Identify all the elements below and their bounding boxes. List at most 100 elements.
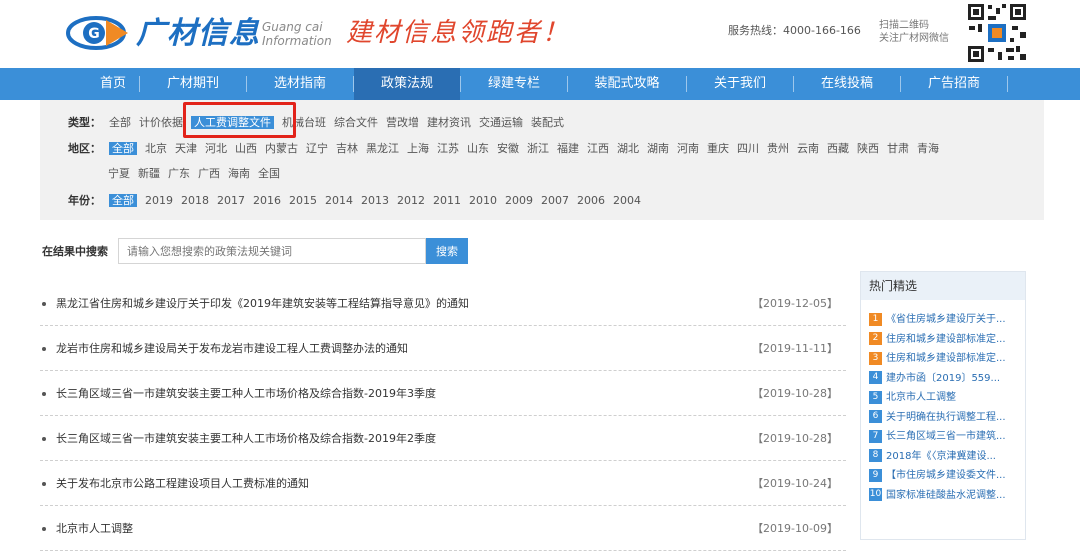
- filter-region-tag[interactable]: 江西: [587, 142, 609, 155]
- result-title[interactable]: 关于发布北京市公路工程建设项目人工费标准的通知: [56, 476, 309, 492]
- filter-type-tag[interactable]: 装配式: [531, 116, 564, 129]
- hot-pick-text[interactable]: 建办市函〔2019〕559...: [886, 373, 1000, 384]
- filter-type-tag[interactable]: 全部: [109, 116, 131, 129]
- hot-pick-text[interactable]: 长三角区域三省一市建筑...: [886, 431, 1006, 442]
- filter-region-tag[interactable]: 吉林: [336, 142, 358, 155]
- filter-year-tag[interactable]: 2015: [289, 194, 317, 207]
- filter-region-tag[interactable]: 黑龙江: [366, 142, 399, 155]
- hot-pick-item[interactable]: 2 住房和城乡建设部标准定...: [869, 332, 1023, 348]
- hot-pick-text[interactable]: 关于明确在执行调整工程...: [886, 412, 1006, 423]
- logo-english-line2: Information: [262, 34, 332, 48]
- filter-type-tag[interactable]: 交通运输: [479, 116, 523, 129]
- nav-material-guide[interactable]: 选材指南: [247, 68, 353, 100]
- hot-pick-text[interactable]: 《省住房城乡建设厅关于...: [886, 314, 1006, 325]
- filter-region-tag[interactable]: 辽宁: [306, 142, 328, 155]
- nav-ads[interactable]: 广告招商: [901, 68, 1007, 100]
- filter-region-tag[interactable]: 广东: [168, 167, 190, 180]
- hot-pick-item[interactable]: 9 【市住房城乡建设委文件...: [869, 468, 1023, 484]
- result-title[interactable]: 北京市人工调整: [56, 521, 133, 537]
- hot-pick-item[interactable]: 7 长三角区域三省一市建筑...: [869, 429, 1023, 445]
- filter-region-tag[interactable]: 湖北: [617, 142, 639, 155]
- filter-region-tag[interactable]: 陕西: [857, 142, 879, 155]
- result-title[interactable]: 长三角区域三省一市建筑安装主要工种人工市场价格及综合指数-2019年2季度: [56, 431, 436, 447]
- filter-year-tag[interactable]: 2011: [433, 194, 461, 207]
- filter-region-tag[interactable]: 全国: [258, 167, 280, 180]
- filter-year-tag[interactable]: 2004: [613, 194, 641, 207]
- filter-year-tag[interactable]: 2012: [397, 194, 425, 207]
- nav-green-building[interactable]: 绿建专栏: [461, 68, 567, 100]
- hot-pick-item[interactable]: 5 北京市人工调整: [869, 390, 1023, 406]
- hot-pick-text[interactable]: 北京市人工调整: [886, 392, 956, 403]
- filter-year-tag[interactable]: 2017: [217, 194, 245, 207]
- filter-region-tag[interactable]: 重庆: [707, 142, 729, 155]
- filter-type-tag[interactable]: 综合文件: [334, 116, 378, 129]
- hot-pick-text[interactable]: 住房和城乡建设部标准定...: [886, 334, 1006, 345]
- result-row[interactable]: 关于发布北京市公路工程建设项目人工费标准的通知 【2019-10-24】: [40, 462, 846, 506]
- result-title[interactable]: 龙岩市住房和城乡建设局关于发布龙岩市建设工程人工费调整办法的通知: [56, 341, 408, 357]
- filter-region-tag[interactable]: 西藏: [827, 142, 849, 155]
- filter-year-tag[interactable]: 2014: [325, 194, 353, 207]
- filter-year-tag[interactable]: 2019: [145, 194, 173, 207]
- filter-region-tag[interactable]: 宁夏: [108, 167, 130, 180]
- filter-region-tag[interactable]: 云南: [797, 142, 819, 155]
- nav-about[interactable]: 关于我们: [687, 68, 793, 100]
- filter-region-tag[interactable]: 福建: [557, 142, 579, 155]
- filter-region-tag[interactable]: 湖南: [647, 142, 669, 155]
- filter-region-tag[interactable]: 河南: [677, 142, 699, 155]
- filter-region-tag[interactable]: 四川: [737, 142, 759, 155]
- filter-region-tag[interactable]: 甘肃: [887, 142, 909, 155]
- filter-year-tag[interactable]: 2013: [361, 194, 389, 207]
- hot-pick-item[interactable]: 4 建办市函〔2019〕559...: [869, 371, 1023, 387]
- nav-prefab-guide[interactable]: 装配式攻略: [568, 68, 686, 100]
- filter-year-tag[interactable]: 2018: [181, 194, 209, 207]
- filter-region-tag[interactable]: 广西: [198, 167, 220, 180]
- hot-pick-item[interactable]: 1 《省住房城乡建设厅关于...: [869, 312, 1023, 328]
- filter-year-tag[interactable]: 全部: [109, 194, 137, 207]
- filter-region-tag[interactable]: 上海: [407, 142, 429, 155]
- hot-pick-text[interactable]: 国家标准硅酸盐水泥调整...: [886, 490, 1006, 501]
- filter-year-tag[interactable]: 2007: [541, 194, 569, 207]
- hot-pick-text[interactable]: 【市住房城乡建设委文件...: [886, 470, 1006, 481]
- search-input[interactable]: [118, 238, 426, 264]
- filter-region-tag[interactable]: 青海: [917, 142, 939, 155]
- filter-region-tag[interactable]: 全部: [109, 142, 137, 155]
- filter-year-tag[interactable]: 2016: [253, 194, 281, 207]
- filter-region-tag[interactable]: 浙江: [527, 142, 549, 155]
- logo-name[interactable]: 广材信息: [136, 16, 260, 52]
- filter-region-tag[interactable]: 江苏: [437, 142, 459, 155]
- filter-type-tag[interactable]: 计价依据: [139, 116, 183, 129]
- filter-region-tag[interactable]: 内蒙古: [265, 142, 298, 155]
- hot-pick-item[interactable]: 3 住房和城乡建设部标准定...: [869, 351, 1023, 367]
- hot-pick-item[interactable]: 8 2018年《〈京津冀建设...: [869, 449, 1023, 465]
- guangcai-logo-icon[interactable]: G: [66, 16, 130, 50]
- filter-year-tag[interactable]: 2006: [577, 194, 605, 207]
- result-row[interactable]: 龙岩市住房和城乡建设局关于发布龙岩市建设工程人工费调整办法的通知 【2019-11…: [40, 327, 846, 371]
- filter-type-tag[interactable]: 营改增: [386, 116, 419, 129]
- nav-policy[interactable]: 政策法规: [354, 68, 460, 100]
- filter-region-tag[interactable]: 山东: [467, 142, 489, 155]
- result-row[interactable]: 长三角区域三省一市建筑安装主要工种人工市场价格及综合指数-2019年3季度 【20…: [40, 372, 846, 416]
- search-button[interactable]: 搜索: [426, 238, 468, 264]
- hot-pick-item[interactable]: 10 国家标准硅酸盐水泥调整...: [869, 488, 1023, 504]
- filter-region-tag[interactable]: 河北: [205, 142, 227, 155]
- result-row[interactable]: 黑龙江省住房和城乡建设厅关于印发《2019年建筑安装等工程结算指导意见》的通知 【…: [40, 282, 846, 326]
- result-title[interactable]: 黑龙江省住房和城乡建设厅关于印发《2019年建筑安装等工程结算指导意见》的通知: [56, 296, 469, 312]
- filter-region-tag[interactable]: 山西: [235, 142, 257, 155]
- hot-pick-text[interactable]: 2018年《〈京津冀建设...: [886, 451, 996, 462]
- filter-region-tag[interactable]: 海南: [228, 167, 250, 180]
- filter-type-tag[interactable]: 建材资讯: [427, 116, 471, 129]
- result-row[interactable]: 北京市人工调整 【2019-10-09】: [40, 507, 846, 551]
- filter-year-tag[interactable]: 2010: [469, 194, 497, 207]
- hot-pick-item[interactable]: 6 关于明确在执行调整工程...: [869, 410, 1023, 426]
- filter-region-tag[interactable]: 北京: [145, 142, 167, 155]
- nav-journal[interactable]: 广材期刊: [140, 68, 246, 100]
- nav-submit[interactable]: 在线投稿: [794, 68, 900, 100]
- filter-year-tag[interactable]: 2009: [505, 194, 533, 207]
- filter-region-tag[interactable]: 新疆: [138, 167, 160, 180]
- result-title[interactable]: 长三角区域三省一市建筑安装主要工种人工市场价格及综合指数-2019年3季度: [56, 386, 436, 402]
- hot-pick-text[interactable]: 住房和城乡建设部标准定...: [886, 353, 1006, 364]
- filter-region-tag[interactable]: 天津: [175, 142, 197, 155]
- filter-region-tag[interactable]: 安徽: [497, 142, 519, 155]
- result-row[interactable]: 长三角区域三省一市建筑安装主要工种人工市场价格及综合指数-2019年2季度 【20…: [40, 417, 846, 461]
- filter-region-tag[interactable]: 贵州: [767, 142, 789, 155]
